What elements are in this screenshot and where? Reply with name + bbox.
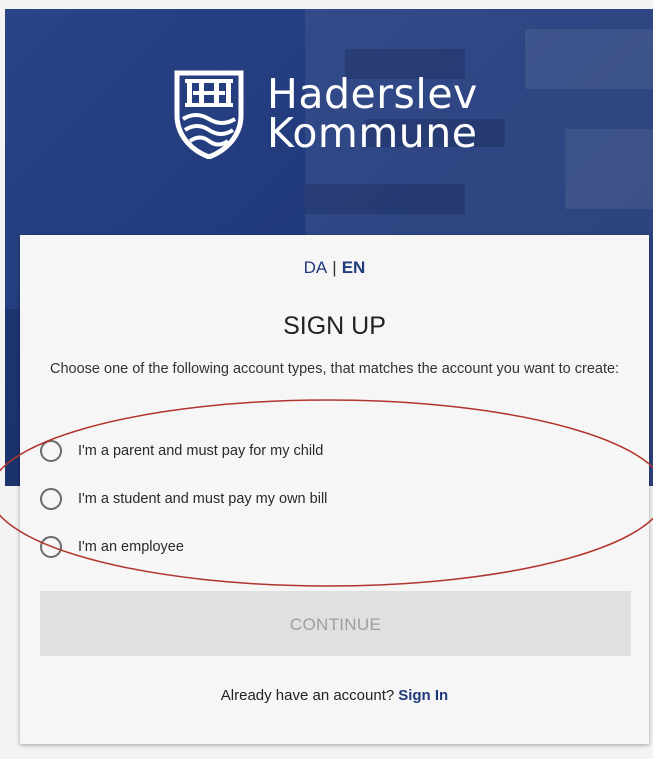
coat-of-arms-icon xyxy=(174,70,244,159)
option-parent[interactable]: I'm a parent and must pay for my child xyxy=(40,440,323,462)
radio-button[interactable] xyxy=(40,488,62,510)
page-title: SIGN UP xyxy=(283,312,386,340)
municipality-logo: Haderslev Kommune xyxy=(173,69,478,159)
language-switcher: DA | EN xyxy=(20,258,649,278)
option-label: I'm a student and must pay my own bill xyxy=(78,491,328,507)
continue-button[interactable]: CONTINUE xyxy=(40,591,631,656)
municipality-name: Haderslev Kommune xyxy=(267,74,478,157)
language-en-link[interactable]: EN xyxy=(342,258,366,277)
building-window xyxy=(565,129,653,209)
option-label: I'm a parent and must pay for my child xyxy=(78,443,324,459)
brand-name-line2: Kommune xyxy=(267,109,478,157)
account-type-description: Choose one of the following account type… xyxy=(50,361,620,377)
signin-prompt-text: Already have an account? xyxy=(220,687,395,704)
signup-card: DA | EN SIGN UP Choose one of the followin… xyxy=(20,235,649,744)
language-separator: | xyxy=(332,258,337,277)
building-window xyxy=(525,29,653,89)
language-da-link[interactable]: DA xyxy=(304,258,328,277)
balcony-shape xyxy=(305,184,465,214)
radio-button[interactable] xyxy=(40,536,62,558)
radio-button[interactable] xyxy=(40,440,62,462)
option-student[interactable]: I'm a student and must pay my own bill xyxy=(40,488,327,510)
option-label: I'm an employee xyxy=(78,539,184,555)
signin-prompt: Already have an account? Sign In xyxy=(20,687,649,704)
signin-link[interactable]: Sign In xyxy=(398,687,448,704)
option-employee[interactable]: I'm an employee xyxy=(40,536,184,558)
